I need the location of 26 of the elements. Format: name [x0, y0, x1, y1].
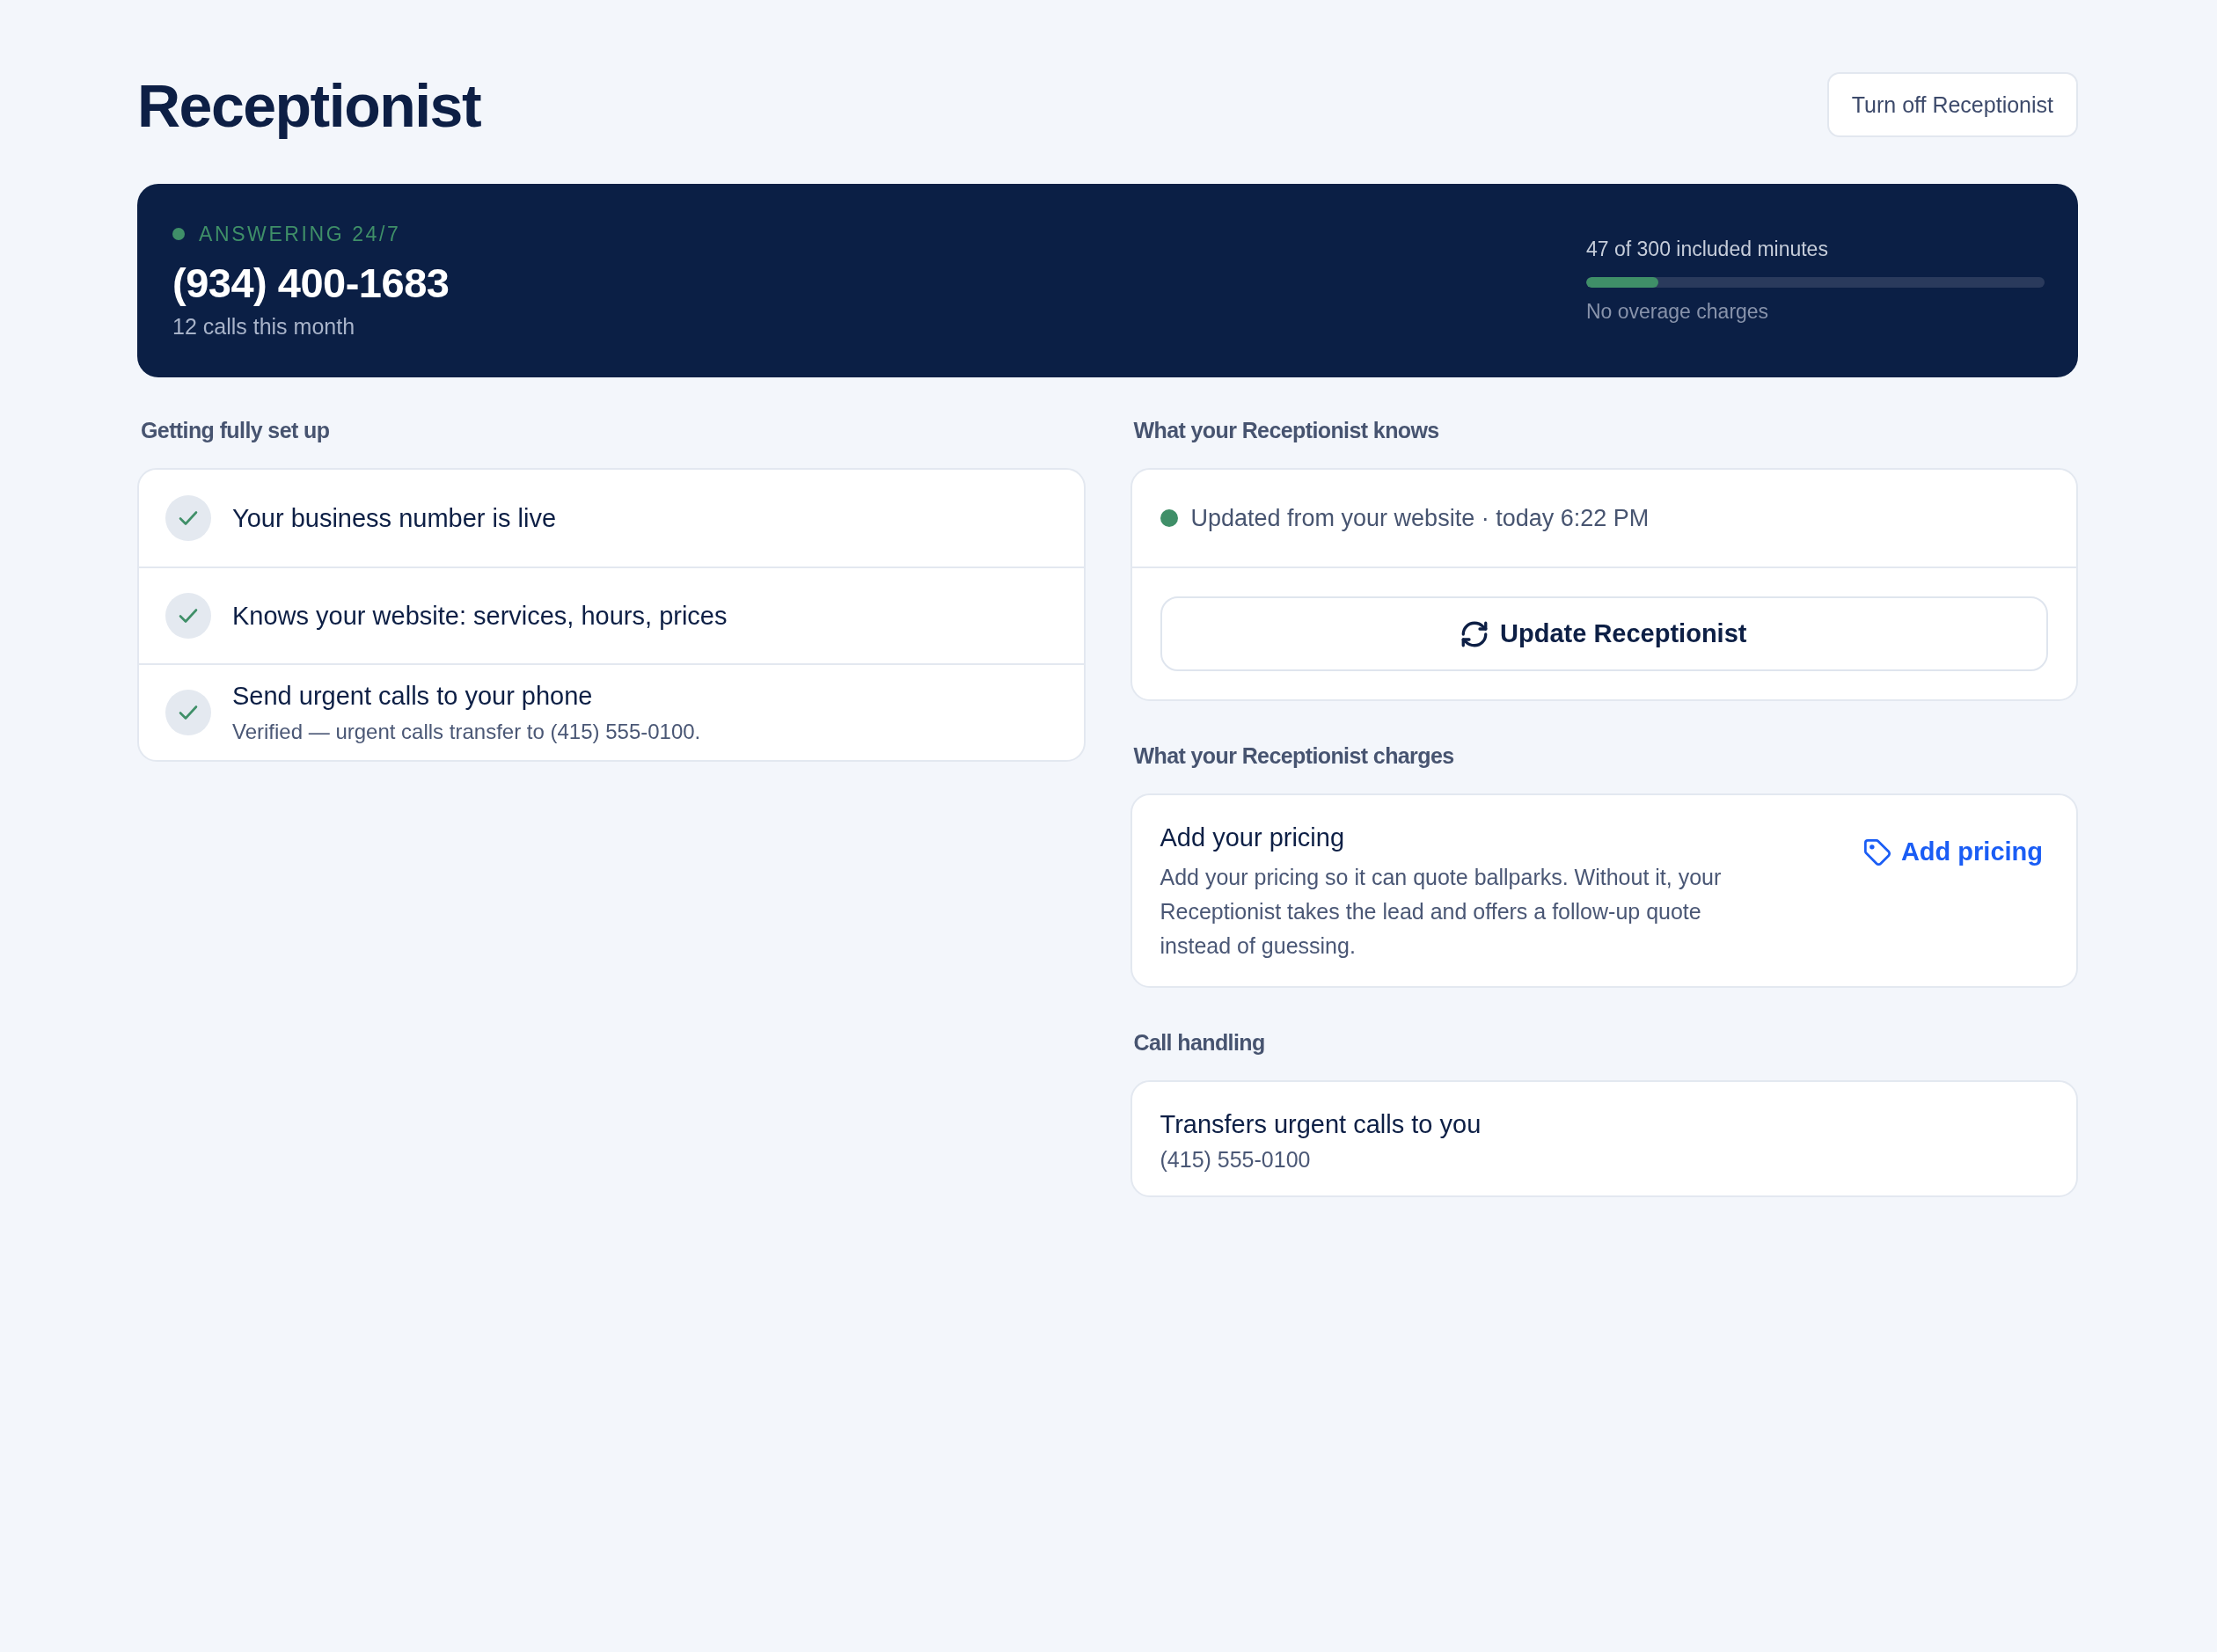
step-detail: Verified — urgent calls transfer to (415) 555-0100. — [232, 719, 701, 744]
status-label: ANSWERING 24/7 — [199, 222, 401, 246]
tag-icon — [1863, 838, 1891, 866]
step-title: Knows your website: services, hours, prices — [232, 601, 728, 631]
calls-count: 12 calls this month — [172, 313, 356, 340]
usage-note: No overage charges — [1586, 300, 1770, 324]
pricing-title: Add your pricing — [1160, 822, 1346, 853]
section-heading: What your Receptionist charges — [1133, 742, 1455, 770]
section-heading: What your Receptionist knows — [1133, 417, 1440, 444]
refresh-icon — [1461, 620, 1489, 647]
usage-label: 47 of 300 included minutes — [1586, 238, 1829, 261]
section-heading: Getting fully set up — [141, 417, 331, 444]
status-dot-icon — [172, 228, 185, 240]
step-title: Send urgent calls to your phone — [232, 681, 594, 711]
status-dot-icon — [1160, 509, 1178, 527]
page-title: Receptionist — [137, 72, 481, 139]
update-button[interactable]: Update Receptionist — [1160, 596, 2048, 671]
add-pricing-link[interactable]: Add pricing — [1863, 837, 2043, 866]
section-heading: Call handling — [1133, 1029, 1266, 1056]
pricing-description: Add your pricing so it can quote ballparks. Without it, your Receptionist takes the lead and offers a follow-up quote instead of guessing. — [1160, 864, 1723, 960]
turn-off-button[interactable]: Turn off Receptionist — [1826, 72, 2078, 137]
step-title: Your business number is live — [232, 503, 557, 533]
transfer-phone-number: (415) 555-0100 — [1160, 1147, 1312, 1173]
sync-status-text: Updated from your website · today 6:22 PM — [1190, 504, 1650, 532]
phone-number: (934) 400-1683 — [172, 258, 450, 307]
call-handling-title: Transfers urgent calls to you — [1160, 1109, 1482, 1140]
